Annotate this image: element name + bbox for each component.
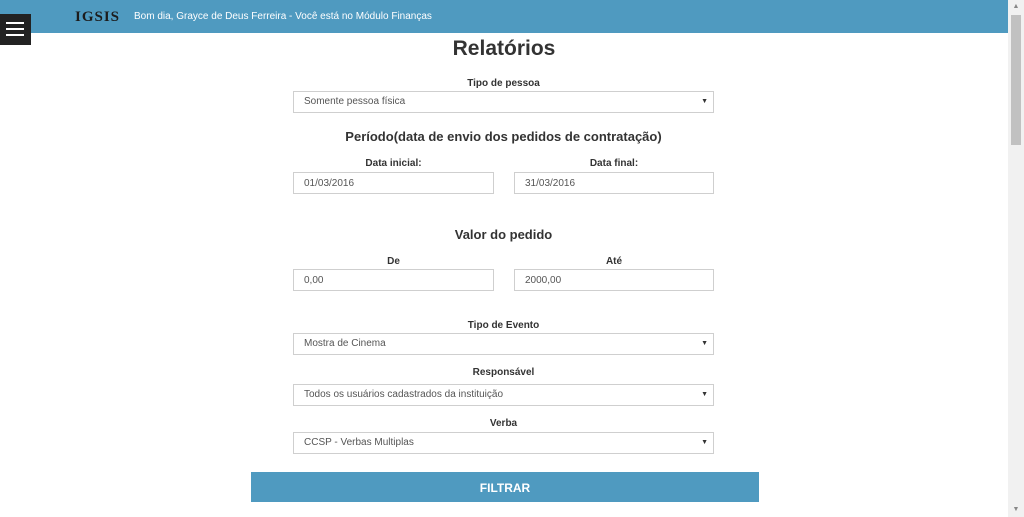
tipo-pessoa-value: Somente pessoa física [304, 96, 406, 107]
filter-button[interactable]: FILTRAR [251, 472, 759, 502]
verba-label: Verba [489, 418, 518, 429]
periodo-heading: Período(data de envio dos pedidos de con… [345, 129, 662, 144]
data-inicial-label: Data inicial: [365, 158, 422, 169]
responsavel-select[interactable]: Todos os usuários cadastrados da institu… [293, 384, 714, 406]
page-title: Relatórios [452, 37, 556, 60]
data-final-label: Data final: [589, 158, 639, 169]
caret-down-icon: ▼ [701, 391, 708, 398]
data-final-input[interactable] [514, 172, 714, 194]
tipo-evento-label: Tipo de Evento [467, 320, 540, 331]
scroll-thumb[interactable] [1011, 15, 1021, 145]
greeting-text: Bom dia, Grayce de Deus Ferreira - Você … [134, 11, 432, 22]
tipo-evento-select[interactable]: Mostra de Cinema ▼ [293, 333, 714, 355]
hamburger-menu-icon[interactable] [0, 14, 31, 45]
scroll-down-arrow-icon[interactable]: ▼ [1008, 503, 1024, 517]
valor-heading: Valor do pedido [454, 227, 553, 242]
valor-de-label: De [387, 256, 400, 267]
vertical-scrollbar[interactable]: ▲ ▼ [1008, 0, 1024, 517]
tipo-evento-value: Mostra de Cinema [304, 338, 386, 349]
valor-ate-label: Até [605, 256, 623, 267]
top-bar: IGSIS Bom dia, Grayce de Deus Ferreira -… [0, 0, 1008, 33]
verba-select[interactable]: CCSP - Verbas Multiplas ▼ [293, 432, 714, 454]
verba-value: CCSP - Verbas Multiplas [304, 437, 414, 448]
caret-down-icon: ▼ [701, 439, 708, 446]
caret-down-icon: ▼ [701, 340, 708, 347]
caret-down-icon: ▼ [701, 98, 708, 105]
data-inicial-input[interactable] [293, 172, 494, 194]
responsavel-value: Todos os usuários cadastrados da institu… [304, 389, 504, 400]
brand-logo[interactable]: IGSIS [75, 9, 120, 26]
tipo-pessoa-select[interactable]: Somente pessoa física ▼ [293, 91, 714, 113]
scroll-up-arrow-icon[interactable]: ▲ [1008, 0, 1024, 14]
valor-de-input[interactable] [293, 269, 494, 291]
responsavel-label: Responsável [472, 367, 535, 378]
tipo-pessoa-label: Tipo de pessoa [467, 78, 540, 89]
valor-ate-input[interactable] [514, 269, 714, 291]
